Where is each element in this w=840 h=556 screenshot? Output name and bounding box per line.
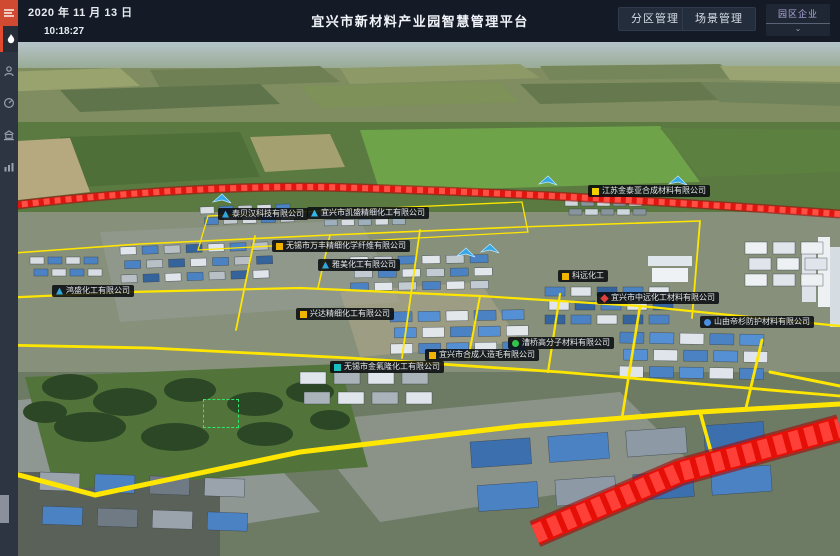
flame-icon — [5, 33, 17, 45]
company-name: 泰贝汉科技有限公司 — [232, 210, 304, 218]
company-name: 兴达精细化工有限公司 — [310, 310, 390, 318]
gauge-tab[interactable] — [0, 90, 18, 116]
hamburger-menu-icon — [3, 7, 15, 19]
building-label[interactable]: 鸿盛化工有限公司 — [52, 285, 134, 297]
company-marker-icon — [276, 243, 283, 250]
company-marker-icon — [300, 311, 307, 318]
building-label[interactable]: 无锡市金氟隆化工有限公司 — [330, 361, 444, 373]
company-marker-icon — [600, 294, 608, 302]
company-marker-icon — [56, 288, 63, 295]
building-label[interactable]: 宜兴市凯盛精细化工有限公司 — [307, 207, 429, 219]
person-icon — [3, 65, 15, 77]
building-label[interactable]: 宜兴市合成人造毛有限公司 — [425, 349, 539, 361]
building-label[interactable]: 漕桥高分子材料有限公司 — [508, 337, 614, 349]
company-marker-icon — [334, 364, 341, 371]
enterprise-building-tab[interactable] — [0, 122, 18, 148]
scene-management-button[interactable]: 场景管理 — [682, 7, 756, 31]
company-name: 漕桥高分子材料有限公司 — [522, 339, 610, 347]
building-label[interactable]: 无锡市万丰精细化学纤维有限公司 — [272, 240, 410, 252]
bar-chart-icon — [3, 161, 15, 173]
company-name: 科远化工 — [572, 272, 604, 280]
company-name: 山由帝杉防护材料有限公司 — [714, 318, 810, 326]
building-label[interactable]: 泰贝汉科技有限公司 — [218, 208, 308, 220]
company-name: 江苏金泰亚合成材料有限公司 — [602, 187, 706, 195]
building-label[interactable]: 科远化工 — [558, 270, 608, 282]
company-marker-icon — [562, 273, 569, 280]
hamburger-menu-button[interactable] — [0, 0, 18, 26]
left-toolbar — [0, 0, 18, 556]
building-label[interactable]: 宜兴市中远化工材料有限公司 — [597, 292, 719, 304]
company-name: 宜兴市凯盛精细化工有限公司 — [321, 209, 425, 217]
company-name: 无锡市万丰精细化学纤维有限公司 — [286, 242, 406, 250]
company-name: 雅美化工有限公司 — [332, 261, 396, 269]
building-label[interactable]: 雅美化工有限公司 — [318, 259, 400, 271]
company-marker-icon — [704, 319, 711, 326]
top-header-bar: 2020 年 11 月 13 日 10:18:27 宜兴市新材料产业园智慧管理平… — [0, 0, 840, 42]
park-enterprise-label: 园区企业 — [766, 4, 830, 24]
app-window: 2020 年 11 月 13 日 10:18:27 宜兴市新材料产业园智慧管理平… — [0, 0, 840, 556]
company-name: 鸿盛化工有限公司 — [66, 287, 130, 295]
sidebar-scrollbar[interactable] — [0, 495, 9, 523]
company-name: 无锡市金氟隆化工有限公司 — [344, 363, 440, 371]
zone-management-button[interactable]: 分区管理 — [618, 7, 692, 31]
company-marker-icon — [429, 352, 436, 359]
park-enterprise-dropdown[interactable]: 园区企业 ⌄ — [766, 4, 830, 36]
company-name: 宜兴市中远化工材料有限公司 — [611, 294, 715, 302]
building-label[interactable]: 兴达精细化工有限公司 — [296, 308, 394, 320]
building-label[interactable]: 山由帝杉防护材料有限公司 — [700, 316, 814, 328]
building-label[interactable]: 江苏金泰亚合成材料有限公司 — [588, 185, 710, 197]
chevron-down-icon: ⌄ — [766, 24, 830, 34]
fire-monitor-tab[interactable] — [0, 26, 18, 52]
company-marker-icon — [322, 262, 329, 269]
company-marker-icon — [311, 210, 318, 217]
company-name: 宜兴市合成人造毛有限公司 — [439, 351, 535, 359]
bank-building-icon — [3, 129, 15, 141]
statistics-tab[interactable] — [0, 154, 18, 180]
personnel-tab[interactable] — [0, 58, 18, 84]
company-marker-icon — [222, 211, 229, 218]
company-marker-icon — [512, 340, 519, 347]
gauge-icon — [3, 97, 15, 109]
company-marker-icon — [592, 188, 599, 195]
